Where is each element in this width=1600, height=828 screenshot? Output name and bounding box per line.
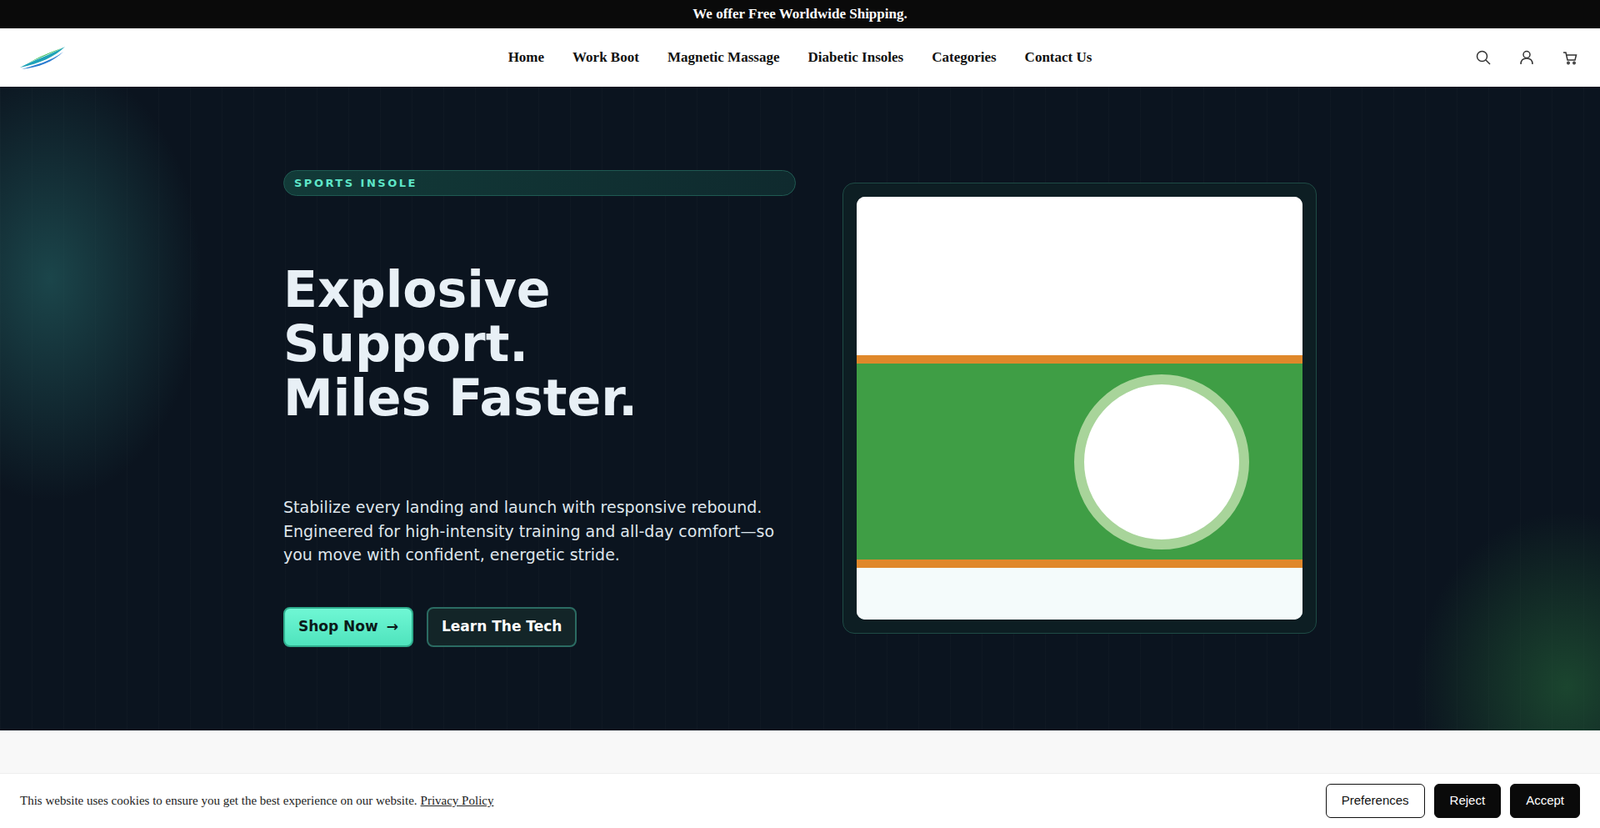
- search-icon[interactable]: [1475, 49, 1492, 66]
- headline-line: Miles Faster.: [283, 370, 796, 425]
- logo[interactable]: [18, 45, 509, 70]
- shop-now-button[interactable]: Shop Now →: [283, 606, 414, 647]
- announcement-bar: We offer Free Worldwide Shipping.: [0, 0, 1600, 29]
- hero-content: SPORTS INSOLE ExplosiveSupport.Miles Fast…: [283, 170, 1317, 647]
- hero-headline: ExplosiveSupport.Miles Faster.: [283, 262, 796, 425]
- announcement-text: We offer Free Worldwide Shipping.: [692, 3, 907, 25]
- nav-link[interactable]: Work Boot: [572, 46, 640, 69]
- cookie-text: This website uses cookies to ensure you …: [20, 793, 418, 807]
- logo-icon[interactable]: [18, 45, 67, 70]
- badge-text: SPORTS INSOLE: [294, 175, 418, 192]
- nav-link[interactable]: Home: [508, 46, 545, 69]
- cart-icon[interactable]: [1561, 49, 1579, 66]
- hero-description: Stabilize every landing and launch with …: [283, 495, 796, 568]
- hero-buttons: Shop Now → Learn The Tech: [283, 606, 796, 647]
- cookie-bar: This website uses cookies to ensure you …: [0, 772, 1600, 828]
- cookie-buttons: Preferences RejectAccept: [1325, 783, 1580, 818]
- headline-line: Support.: [283, 316, 796, 371]
- hero-text-column: SPORTS INSOLE ExplosiveSupport.Miles Fast…: [283, 170, 796, 647]
- cookie-button[interactable]: Preferences: [1325, 783, 1425, 818]
- privacy-link[interactable]: Privacy Policy: [420, 793, 495, 807]
- main-nav: Home Work Boot Magnetic Massage Diabetic In…: [508, 46, 1093, 69]
- site-header: Home Work Boot Magnetic Massage Diabetic In…: [0, 28, 1600, 87]
- nav-link[interactable]: Categories: [931, 46, 996, 69]
- nav-link[interactable]: Diabetic Insoles: [807, 46, 904, 69]
- button-label: Shop Now: [298, 615, 379, 638]
- category-badge: SPORTS INSOLE: [283, 170, 796, 196]
- button-label: Learn The Tech: [441, 617, 562, 635]
- learn-button[interactable]: Learn The Tech: [426, 606, 577, 647]
- headline-line: Explosive: [283, 262, 796, 317]
- nav-link[interactable]: Contact Us: [1025, 46, 1093, 69]
- account-icon[interactable]: [1518, 49, 1535, 66]
- hero-section: SPORTS INSOLE ExplosiveSupport.Miles Fast…: [0, 86, 1600, 730]
- image-frame: [842, 182, 1317, 634]
- hero-photo: [856, 196, 1303, 620]
- hero-image-column: [842, 182, 1317, 634]
- cookie-button[interactable]: Accept: [1510, 783, 1580, 818]
- arrow-icon: →: [386, 615, 399, 638]
- cookie-message: This website uses cookies to ensure you …: [20, 790, 494, 810]
- header-icons: [1091, 49, 1582, 66]
- cookie-button[interactable]: Reject: [1434, 783, 1502, 818]
- nav-link[interactable]: Magnetic Massage: [667, 46, 780, 69]
